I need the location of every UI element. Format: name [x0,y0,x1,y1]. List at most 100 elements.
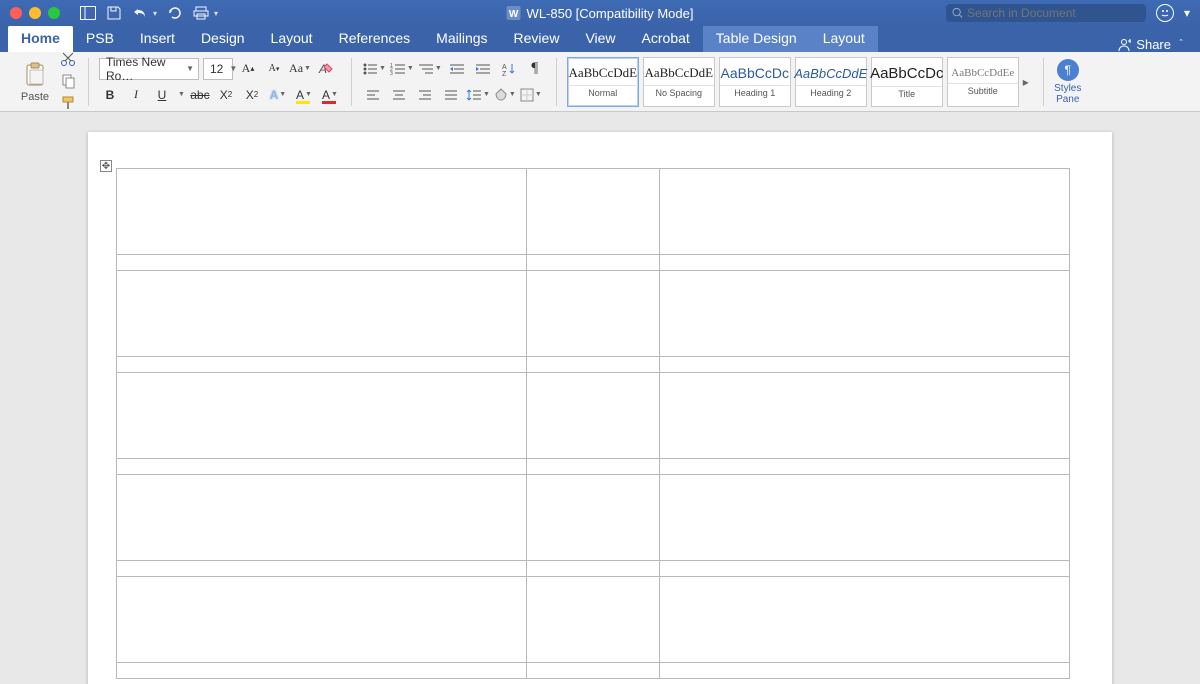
close-window[interactable] [10,7,22,19]
style-heading-2[interactable]: AaBbCcDdE Heading 2 [795,57,867,107]
bullets-button[interactable]: ▼ [362,58,386,80]
styles-pane-label1: Styles [1048,83,1088,94]
style-normal[interactable]: AaBbCcDdENormal [567,57,639,107]
style-preview: AaBbCcDdE [644,65,713,81]
tab-view[interactable]: View [572,25,628,52]
style-no-spacing[interactable]: AaBbCcDdE No Spacing [643,57,715,107]
cut-icon[interactable] [60,51,78,69]
multilevel-list-button[interactable]: ▼ [418,58,442,80]
collapse-ribbon-icon[interactable]: ＾ [1176,37,1186,52]
tab-table-design[interactable]: Table Design [703,25,810,52]
shrink-font-button[interactable]: A▾ [263,58,285,80]
table-row[interactable] [117,373,1070,459]
search-box[interactable] [946,4,1146,22]
table-row[interactable] [117,577,1070,663]
style-caption: No Spacing [644,85,714,98]
style-preview: AaBbCcDdE [568,65,637,81]
toggle-sidebar-icon[interactable] [80,5,96,21]
tab-psb[interactable]: PSB [73,25,127,52]
align-right-button[interactable] [414,84,436,106]
styles-gallery-more[interactable]: ▸ [1019,57,1033,107]
tab-review[interactable]: Review [501,25,573,52]
change-case-button[interactable]: Aa▼ [289,58,311,80]
table-row[interactable] [117,255,1070,271]
tab-layout[interactable]: Layout [810,25,878,52]
share-button[interactable]: Share ＾ [1103,37,1200,52]
zoom-window[interactable] [48,7,60,19]
style-title[interactable]: AaBbCcDcTitle [871,57,943,107]
sort-button[interactable]: AZ [498,58,520,80]
print-icon[interactable] [193,5,209,21]
underline-button[interactable]: U [151,84,173,106]
table-row[interactable] [117,271,1070,357]
customize-qat-icon[interactable]: ▾ [214,9,218,18]
style-heading-1[interactable]: AaBbCcDcHeading 1 [719,57,791,107]
table-row[interactable] [117,459,1070,475]
underline-dropdown-icon[interactable]: ▼ [178,91,185,98]
tab-mailings[interactable]: Mailings [423,25,500,52]
borders-button[interactable]: ▼ [520,84,542,106]
document-table[interactable] [116,168,1070,679]
format-painter-icon[interactable] [60,95,78,113]
tab-home[interactable]: Home [8,25,73,52]
font-size-select[interactable]: 12▼ [203,58,233,80]
shading-button[interactable]: ▼ [494,84,516,106]
highlight-button[interactable]: A▼ [293,84,315,106]
redo-icon[interactable] [167,5,183,21]
styles-group: AaBbCcDdENormalAaBbCcDdENo SpacingAaBbCc… [561,56,1039,107]
tab-insert[interactable]: Insert [127,25,188,52]
document-title-text: WL-850 [Compatibility Mode] [527,6,694,21]
page[interactable]: ✥ [88,132,1112,684]
show-marks-button[interactable]: ¶ [524,58,546,80]
font-group: Times New Ro…▼ 12▼ A▴ A▾ Aa▼ A B I U ▼ ab… [93,56,347,107]
subscript-button[interactable]: X2 [215,84,237,106]
minimize-window[interactable] [29,7,41,19]
tab-acrobat[interactable]: Acrobat [629,25,703,52]
font-name-select[interactable]: Times New Ro…▼ [99,58,199,80]
grow-font-button[interactable]: A▴ [237,58,259,80]
style-caption: Heading 2 [796,85,866,98]
clear-formatting-button[interactable]: A [315,58,337,80]
style-subtitle[interactable]: AaBbCcDdEeSubtitle [947,57,1019,107]
styles-pane-button[interactable]: ¶ Styles Pane [1048,59,1088,105]
table-row[interactable] [117,169,1070,255]
search-input[interactable] [967,6,1140,20]
align-left-button[interactable] [362,84,384,106]
style-preview: AaBbCcDc [721,65,789,81]
italic-button[interactable]: I [125,84,147,106]
align-center-button[interactable] [388,84,410,106]
tab-references[interactable]: References [326,25,424,52]
table-row[interactable] [117,561,1070,577]
titlebar: ▾ ▾ W WL-850 [Compatibility Mode] ▾ [0,0,1200,26]
line-spacing-button[interactable]: ▼ [466,84,490,106]
quick-access-toolbar: ▾ ▾ [80,5,218,21]
superscript-button[interactable]: X2 [241,84,263,106]
table-row[interactable] [117,663,1070,679]
text-effects-button[interactable]: A▼ [267,84,289,106]
table-row[interactable] [117,357,1070,373]
style-preview: AaBbCcDdE [794,66,867,81]
style-preview: AaBbCcDc [870,65,943,82]
font-color-button[interactable]: A▼ [319,84,341,106]
undo-icon[interactable] [132,5,148,21]
font-name-value: Times New Ro… [106,55,180,83]
increase-indent-button[interactable] [472,58,494,80]
numbering-button[interactable]: 123▼ [390,58,414,80]
paste-label: Paste [12,91,58,103]
table-row[interactable] [117,475,1070,561]
bold-button[interactable]: B [99,84,121,106]
feedback-icon[interactable] [1156,4,1174,22]
paste-button[interactable]: Paste [12,61,58,103]
undo-dropdown-icon[interactable]: ▾ [153,9,157,18]
strikethrough-button[interactable]: abc [189,84,211,106]
copy-icon[interactable] [60,73,78,91]
decrease-indent-button[interactable] [446,58,468,80]
save-icon[interactable] [106,5,122,21]
ribbon: Paste Times New Ro…▼ 12▼ A▴ A▾ Aa▼ A B [0,52,1200,112]
justify-button[interactable] [440,84,462,106]
tab-design[interactable]: Design [188,25,258,52]
style-caption: Subtitle [948,83,1018,96]
table-anchor-icon[interactable]: ✥ [100,160,112,172]
feedback-dropdown-icon[interactable]: ▾ [1184,6,1190,20]
tab-layout[interactable]: Layout [258,25,326,52]
